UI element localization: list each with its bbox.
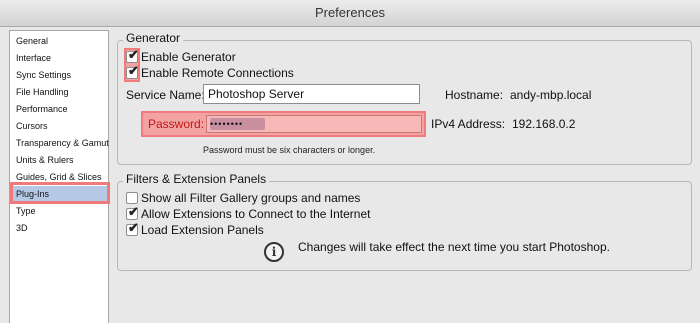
filters-legend: Filters & Extension Panels (123, 172, 270, 186)
preferences-sidebar: General Interface Sync Settings File Han… (9, 30, 109, 323)
password-input[interactable]: •••••••• (206, 115, 422, 133)
sidebar-item-interface[interactable]: Interface (10, 50, 108, 67)
enable-remote-connections-label[interactable]: Enable Remote Connections (141, 66, 294, 80)
sidebar-item-sync-settings[interactable]: Sync Settings (10, 67, 108, 84)
sidebar-item-type[interactable]: Type (10, 203, 108, 220)
ipv4-label: IPv4 Address: (431, 117, 506, 131)
ipv4-value: 192.168.0.2 (512, 117, 576, 131)
sidebar-item-3d[interactable]: 3D (10, 220, 108, 237)
load-extension-panels-checkbox[interactable]: ✔ (126, 220, 139, 236)
enable-generator-checkbox[interactable]: ✔ (126, 47, 139, 63)
password-label: Password: (148, 117, 205, 131)
show-filter-gallery-checkbox[interactable] (126, 192, 138, 204)
password-hint: Password must be six characters or longe… (203, 145, 376, 155)
password-dots: •••••••• (210, 119, 244, 129)
sidebar-item-file-handling[interactable]: File Handling (10, 84, 108, 101)
info-icon: i (264, 242, 284, 262)
hostname-value: andy-mbp.local (510, 88, 592, 102)
show-filter-gallery-label[interactable]: Show all Filter Gallery groups and names (141, 191, 360, 205)
sidebar-item-guides-grid-slices[interactable]: Guides, Grid & Slices (10, 169, 108, 186)
checkmark-icon: ✔ (128, 204, 139, 219)
title-bar: Preferences (0, 0, 700, 27)
sidebar-item-performance[interactable]: Performance (10, 101, 108, 118)
restart-notice: Changes will take effect the next time y… (298, 240, 610, 254)
generator-legend: Generator (123, 31, 184, 45)
sidebar-item-general[interactable]: General (10, 33, 108, 50)
checkmark-icon: ✔ (128, 220, 139, 235)
enable-generator-label[interactable]: Enable Generator (141, 50, 236, 64)
service-name-label: Service Name: (126, 88, 205, 102)
checkmark-icon: ✔ (128, 47, 139, 62)
checkmark-icon: ✔ (128, 63, 139, 78)
sidebar-item-plug-ins[interactable]: Plug-Ins (10, 186, 108, 203)
load-extension-panels-label[interactable]: Load Extension Panels (141, 223, 264, 237)
sidebar-item-transparency-gamut[interactable]: Transparency & Gamut (10, 135, 109, 152)
hostname-label: Hostname: (445, 88, 504, 102)
service-name-input[interactable]: Photoshop Server (203, 84, 420, 104)
enable-remote-connections-checkbox[interactable]: ✔ (126, 63, 139, 79)
sidebar-item-units-rulers[interactable]: Units & Rulers (10, 152, 108, 169)
allow-extensions-checkbox[interactable]: ✔ (126, 204, 139, 220)
window-title: Preferences (314, 5, 386, 20)
allow-extensions-label[interactable]: Allow Extensions to Connect to the Inter… (141, 207, 370, 221)
sidebar-item-cursors[interactable]: Cursors (10, 118, 108, 135)
